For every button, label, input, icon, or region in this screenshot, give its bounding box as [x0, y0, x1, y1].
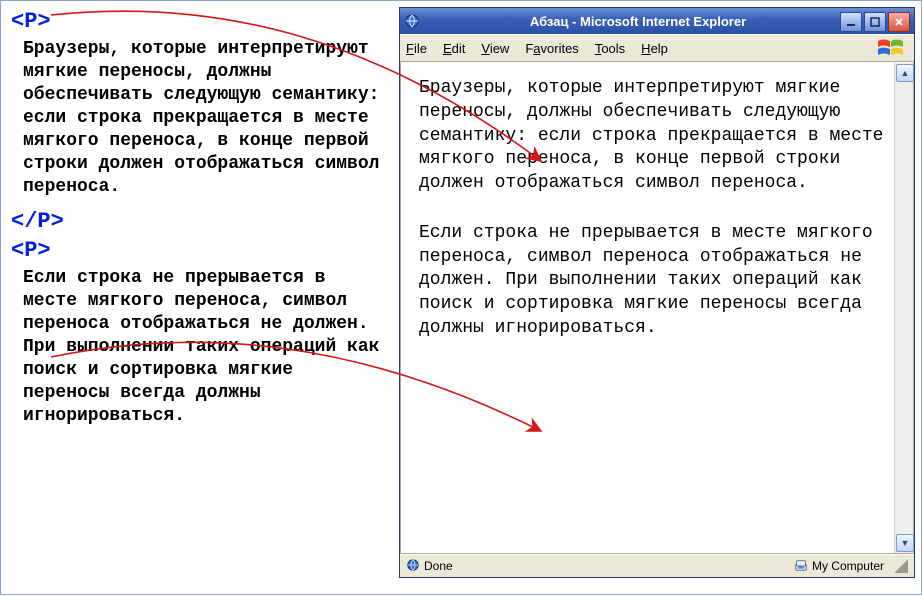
rendered-paragraph-2: Если строка не прерывается в месте мягко…: [419, 222, 885, 341]
rendered-paragraph-1: Браузеры, которые интерпретируют мягкие …: [419, 77, 885, 196]
vertical-scrollbar[interactable]: ▲ ▼: [894, 63, 913, 553]
page-content: Браузеры, которые интерпретируют мягкие …: [401, 63, 895, 553]
menu-help[interactable]: Help: [641, 41, 668, 56]
browser-viewport: Браузеры, которые интерпретируют мягкие …: [400, 62, 914, 554]
security-zone-icon: [794, 558, 808, 575]
statusbar: Done My Computer: [400, 554, 914, 577]
security-zone-text: My Computer: [812, 559, 884, 573]
menu-file[interactable]: File: [406, 41, 427, 56]
ie-window: Абзац - Microsoft Internet Explorer File…: [399, 7, 915, 578]
window-title: Абзац - Microsoft Internet Explorer: [426, 14, 910, 29]
resize-grip-icon[interactable]: [894, 559, 908, 573]
ie-app-icon: [404, 13, 420, 29]
page-status-icon: [406, 558, 420, 575]
menubar: File Edit View Favorites Tools Help: [400, 34, 914, 62]
menu-edit[interactable]: Edit: [443, 41, 465, 56]
scroll-down-button[interactable]: ▼: [896, 534, 914, 552]
windows-flag-icon: [874, 37, 908, 59]
source-code-pane: <P> Браузеры, которые интерпретируют мяг…: [1, 1, 391, 448]
status-text: Done: [424, 559, 453, 573]
menu-favorites[interactable]: Favorites: [525, 41, 578, 56]
p-open-tag-1: <P>: [11, 9, 381, 34]
p-open-tag-2: <P>: [11, 238, 381, 263]
minimize-button[interactable]: [840, 12, 862, 32]
scroll-up-button[interactable]: ▲: [896, 64, 914, 82]
menu-tools[interactable]: Tools: [595, 41, 625, 56]
p-close-tag-1: </P>: [11, 209, 381, 234]
source-paragraph-1: Браузеры, которые интерпретируют мягкие …: [11, 38, 381, 199]
titlebar[interactable]: Абзац - Microsoft Internet Explorer: [400, 8, 914, 34]
close-button[interactable]: [888, 12, 910, 32]
source-paragraph-2: Если строка не прерывается в месте мягко…: [11, 267, 381, 428]
maximize-button[interactable]: [864, 12, 886, 32]
menu-view[interactable]: View: [481, 41, 509, 56]
